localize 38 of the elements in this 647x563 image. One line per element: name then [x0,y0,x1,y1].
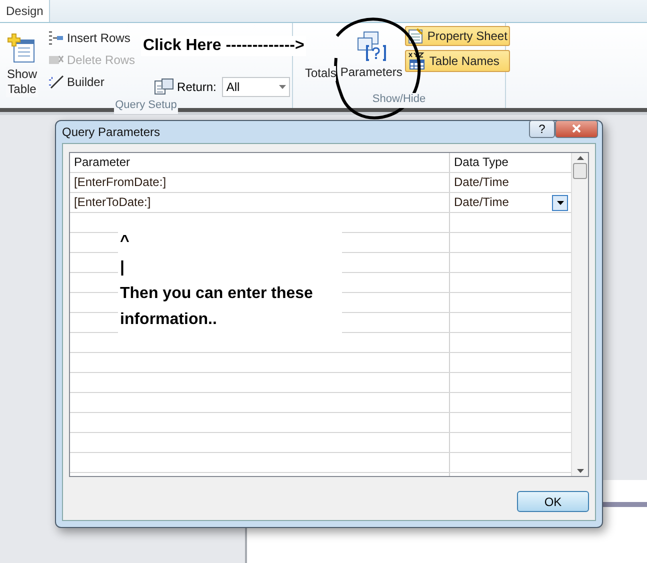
scrollbar[interactable] [571,153,588,476]
dropdown-button[interactable] [552,194,568,210]
insert-rows-button[interactable]: Insert Rows [45,29,138,47]
annotation-mark: ^ [120,232,130,252]
help-button[interactable]: ? [529,120,555,138]
column-header: Data Type [453,154,510,171]
delete-rows-icon [48,53,64,67]
table-names-button[interactable]: Table Names [405,50,510,72]
ok-button[interactable]: OK [517,491,589,512]
wand-icon [48,75,64,89]
annotation-mark: | [120,258,124,278]
table-cell[interactable]: [EnterFromDate:] [70,173,450,192]
insert-rows-icon [48,31,64,45]
callout-text: Click Here -------------> [141,36,306,56]
caret-icon [279,85,286,89]
parameters-icon [355,30,388,62]
builder-button[interactable]: Builder [45,73,138,91]
table-cell[interactable]: Date/Time [450,173,571,192]
caret-icon [556,200,564,204]
table-names-icon [408,52,426,70]
group-label: Query Setup [114,99,178,114]
parameters-button[interactable]: Parameters [339,28,404,82]
dialog-title: Query Parameters [62,125,162,139]
show-table-button[interactable]: Show Table [3,30,41,99]
totals-button[interactable]: Totals [304,64,338,83]
return-dropdown[interactable]: All [222,77,290,97]
ribbon-tab[interactable]: Design [0,0,50,22]
table-cell[interactable]: Date/Time [450,193,571,212]
return-icon [154,78,174,96]
close-icon [572,124,581,133]
property-sheet-button[interactable]: Property Sheet [405,26,510,46]
column-header: Parameter [70,153,450,172]
return-label: Return: [154,78,216,96]
annotation-text: Then you can enter these information.. [120,284,314,330]
table-cell[interactable]: [EnterToDate:] [70,193,450,212]
group-label: Show/Hide [371,93,427,108]
close-button[interactable] [555,120,598,138]
scroll-thumb[interactable] [573,163,587,179]
